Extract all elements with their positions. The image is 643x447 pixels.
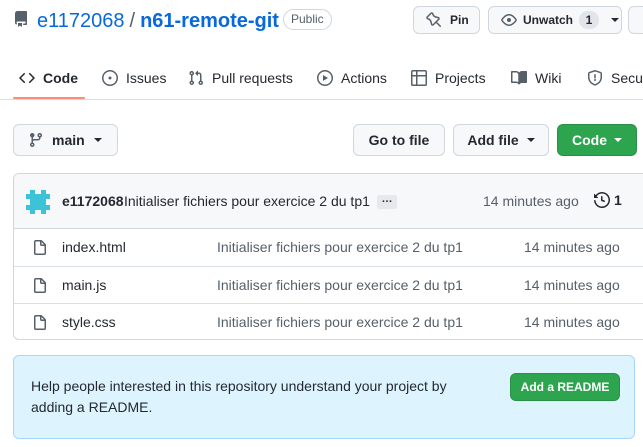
eye-icon <box>501 14 517 26</box>
repo-path-separator: / <box>129 10 136 32</box>
code-icon <box>19 72 35 84</box>
readme-prompt-text: Help people interested in this repositor… <box>31 378 447 415</box>
branch-name: main <box>52 132 85 148</box>
issue-opened-icon <box>102 70 118 86</box>
file-commit-message[interactable]: Initialiser fichiers pour exercice 2 du … <box>217 239 463 255</box>
git-branch-icon <box>29 133 42 148</box>
repo-header: e1172068/n61-remote-git Public Pin Unwat… <box>0 0 643 50</box>
tab-issues[interactable]: Issues <box>102 56 166 100</box>
commit-message[interactable]: Initialiser fichiers pour exercice 2 du … <box>124 193 370 209</box>
file-list: e1172068 Initialiser fichiers pour exerc… <box>13 173 643 340</box>
repo-name-link[interactable]: n61-remote-git <box>140 10 279 32</box>
chevron-down-icon <box>614 138 622 142</box>
tab-code[interactable]: Code <box>19 56 78 100</box>
file-commit-time: 14 minutes ago <box>524 314 620 330</box>
repo-owner-link[interactable]: e1172068 <box>37 10 125 32</box>
file-commit-time: 14 minutes ago <box>524 277 620 293</box>
commit-author[interactable]: e1172068 <box>62 193 124 209</box>
add-readme-button[interactable]: Add a README <box>510 373 620 401</box>
file-icon <box>34 278 46 293</box>
tab-issues-label: Issues <box>126 70 167 86</box>
pin-button[interactable]: Pin <box>413 6 480 34</box>
tab-projects[interactable]: Projects <box>411 56 486 100</box>
commit-expand-button[interactable]: … <box>377 194 397 209</box>
chevron-down-icon <box>611 18 620 22</box>
active-tab-indicator <box>13 97 85 99</box>
book-icon <box>511 70 527 85</box>
code-button[interactable]: Code <box>557 124 637 156</box>
file-icon <box>34 315 46 330</box>
history-icon <box>594 192 610 208</box>
chevron-down-icon <box>526 138 535 142</box>
file-icon <box>34 240 46 255</box>
repo-icon <box>14 11 27 27</box>
file-commit-time: 14 minutes ago <box>524 239 620 255</box>
play-icon <box>317 70 333 86</box>
tab-wiki-label: Wiki <box>535 70 562 86</box>
go-to-file-button[interactable]: Go to file <box>353 124 445 156</box>
shield-icon <box>588 70 602 86</box>
table-row: main.js Initialiser fichiers pour exerci… <box>14 266 643 303</box>
avatar[interactable] <box>26 190 50 214</box>
tab-pull-requests[interactable]: Pull requests <box>188 56 293 100</box>
readme-prompt-banner: Help people interested in this repositor… <box>13 355 635 439</box>
unwatch-button[interactable]: Unwatch 1 <box>488 6 622 34</box>
add-file-button[interactable]: Add file <box>453 124 549 156</box>
commit-count: 1 <box>614 192 622 208</box>
visibility-badge: Public <box>283 9 332 30</box>
file-name-link[interactable]: style.css <box>62 314 116 330</box>
repo-path: e1172068/n61-remote-git <box>37 8 279 34</box>
latest-commit-bar: e1172068 Initialiser fichiers pour exerc… <box>14 174 643 229</box>
file-commit-message[interactable]: Initialiser fichiers pour exercice 2 du … <box>217 314 463 330</box>
branch-select-button[interactable]: main <box>13 124 118 156</box>
tab-actions-label: Actions <box>341 70 387 86</box>
commit-history-link[interactable]: 1 <box>594 192 622 208</box>
tab-pull-requests-label: Pull requests <box>212 70 293 86</box>
file-name-link[interactable]: index.html <box>62 239 126 255</box>
tab-projects-label: Projects <box>435 70 486 86</box>
fork-button[interactable] <box>628 6 643 34</box>
commit-time: 14 minutes ago <box>483 193 579 209</box>
tab-security[interactable]: Secu <box>587 56 643 100</box>
repo-tabs: Code Issues Pull requests Actions Projec… <box>0 56 643 100</box>
tab-actions[interactable]: Actions <box>317 56 387 100</box>
pin-label: Pin <box>450 13 469 27</box>
tab-security-label: Secu <box>611 70 643 86</box>
table-icon <box>411 70 427 86</box>
table-row: index.html Initialiser fichiers pour exe… <box>14 229 643 266</box>
git-pull-request-icon <box>189 70 204 86</box>
chevron-down-icon <box>93 138 102 142</box>
tab-wiki[interactable]: Wiki <box>511 56 561 100</box>
unwatch-label: Unwatch <box>523 13 574 27</box>
file-name-link[interactable]: main.js <box>62 277 106 293</box>
watch-counter: 1 <box>579 11 600 29</box>
pin-icon <box>426 12 442 28</box>
table-row: style.css Initialiser fichiers pour exer… <box>14 303 643 339</box>
file-commit-message[interactable]: Initialiser fichiers pour exercice 2 du … <box>217 277 463 293</box>
tab-code-label: Code <box>43 70 78 86</box>
code-button-label: Code <box>572 132 607 148</box>
add-file-label: Add file <box>467 132 519 148</box>
